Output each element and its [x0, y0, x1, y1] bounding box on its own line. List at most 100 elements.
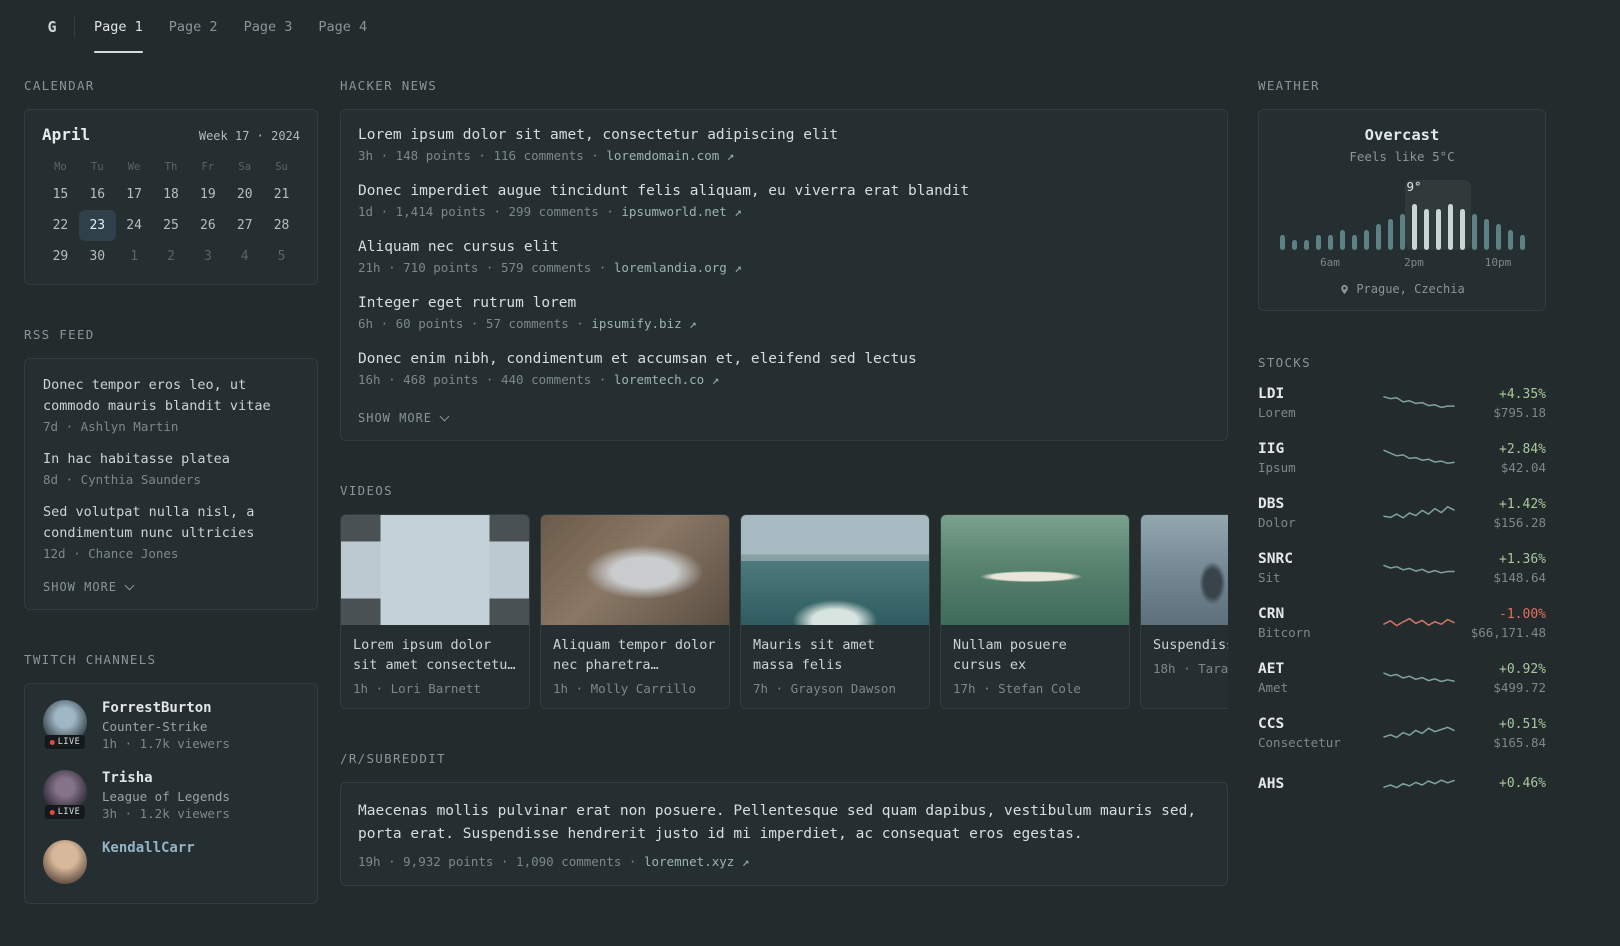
stock-symbol: CRN: [1258, 606, 1285, 622]
twitch-channel-row[interactable]: LIVE ForrestBurton Counter-Strike 1h · 1…: [43, 700, 299, 751]
weather-bar: [1435, 209, 1441, 250]
hn-title-link[interactable]: Donec enim nibh, condimentum et accumsan…: [358, 351, 1210, 367]
hn-domain-text: loremtech.co: [613, 372, 705, 387]
rss-item-link[interactable]: In hac habitasse platea: [43, 449, 299, 470]
location-pin-icon: [1341, 284, 1349, 294]
stock-row[interactable]: CCS Consectetur +0.51% $165.84: [1258, 716, 1546, 750]
video-card[interactable]: Aliquam tempor dolor nec pharetra… 1h · …: [540, 514, 730, 709]
stocks-section-title: STOCKS: [1258, 355, 1311, 370]
calendar-widget: CALENDAR April Week 17 · 2024 Mo Tu We Th Fr…: [24, 78, 318, 285]
video-thumbnail[interactable]: [941, 515, 1129, 625]
external-link-icon: ↗: [689, 316, 697, 331]
rss-item-meta: 12d · Chance Jones: [43, 546, 179, 561]
stock-row[interactable]: DBS Dolor +1.42% $156.28: [1258, 496, 1546, 530]
channel-name-link[interactable]: KendallCarr: [102, 840, 195, 856]
videos-row: Lorem ipsum dolor sit amet consectetu… 1…: [340, 514, 1228, 709]
calendar-weekday: We: [127, 160, 141, 173]
hn-meta: 6h · 60 points · 57 comments · ipsumify.…: [358, 316, 1210, 331]
hn-show-more-button[interactable]: SHOW MORE: [358, 411, 450, 425]
hn-domain-link[interactable]: loremlandia.org ↗: [614, 260, 742, 275]
stock-row[interactable]: LDI Lorem +4.35% $795.18: [1258, 386, 1546, 420]
hn-meta-text: 16h · 468 points · 440 comments ·: [358, 372, 607, 387]
channel-name-link[interactable]: ForrestBurton: [102, 700, 230, 716]
calendar-month: April: [42, 125, 91, 144]
video-meta: 18h · Tara: [1153, 661, 1228, 676]
hn-title-link[interactable]: Lorem ipsum dolor sit amet, consectetur …: [358, 127, 1210, 143]
tab-page-2[interactable]: Page 2: [156, 0, 231, 53]
hn-domain-link[interactable]: ipsumworld.net ↗: [621, 204, 741, 219]
hacker-news-widget: HACKER NEWS Lorem ipsum dolor sit amet, …: [340, 78, 1228, 441]
video-card[interactable]: Nullam posuere cursus ex 17h · Stefan Co…: [940, 514, 1130, 709]
calendar-day: 26: [200, 218, 216, 233]
stock-symbol: AET: [1258, 661, 1285, 677]
hn-meta: 16h · 468 points · 440 comments · loremt…: [358, 372, 1210, 387]
channel-category-link[interactable]: League of Legends: [102, 789, 230, 804]
app-logo[interactable]: G: [30, 0, 74, 53]
rss-item-link[interactable]: Donec tempor eros leo, ut commodo mauris…: [43, 375, 299, 417]
hn-domain-text: loremlandia.org: [613, 260, 727, 275]
hn-domain-link[interactable]: loremdomain.com ↗: [606, 148, 734, 163]
stock-row[interactable]: AET Amet +0.92% $499.72: [1258, 661, 1546, 695]
weather-bar: [1327, 235, 1333, 250]
calendar-day: 15: [52, 187, 69, 202]
rss-item-meta: 8d · Cynthia Saunders: [43, 472, 202, 487]
twitch-channel-row[interactable]: LIVE Trisha League of Legends 3h · 1.2k …: [43, 770, 299, 821]
tab-page-4[interactable]: Page 4: [305, 0, 380, 53]
stock-row[interactable]: AHS +0.46%: [1258, 771, 1546, 799]
tab-page-1[interactable]: Page 1: [81, 0, 156, 53]
calendar-header: April Week 17 · 2024: [42, 125, 300, 144]
subreddit-domain-link[interactable]: loremnet.xyz ↗: [644, 854, 749, 869]
stock-symbol: LDI: [1258, 386, 1285, 402]
chevron-down-icon: [124, 580, 135, 590]
hn-domain-link[interactable]: ipsumify.biz ↗: [591, 316, 696, 331]
left-column: CALENDAR April Week 17 · 2024 Mo Tu We Th Fr…: [24, 78, 318, 946]
weather-location-row: Prague, Czechia: [1276, 282, 1528, 296]
weather-bar: [1519, 235, 1525, 250]
channel-name-link[interactable]: Trisha: [102, 770, 230, 786]
weather-bar: [1411, 204, 1417, 250]
video-thumbnail[interactable]: [341, 515, 529, 625]
weather-bar: [1351, 235, 1357, 250]
calendar-day: 3: [203, 249, 212, 264]
twitch-channel-row[interactable]: KendallCarr: [43, 840, 299, 884]
video-card[interactable]: Suspendisse diam 18h · Tara: [1140, 514, 1228, 709]
rss-show-more-button[interactable]: SHOW MORE: [43, 580, 135, 594]
hn-title-link[interactable]: Integer eget rutrum lorem: [358, 295, 1210, 311]
tab-page-3[interactable]: Page 3: [231, 0, 306, 53]
calendar-section-title: CALENDAR: [24, 78, 95, 93]
video-card[interactable]: Mauris sit amet massa felis 7h · Grayson…: [740, 514, 930, 709]
stock-change: +0.51%: [1499, 716, 1546, 732]
rss-item-meta: 7d · Ashlyn Martin: [43, 419, 179, 434]
stock-row[interactable]: SNRC Sit +1.36% $148.64: [1258, 551, 1546, 585]
twitch-card: LIVE ForrestBurton Counter-Strike 1h · 1…: [24, 683, 318, 904]
video-card[interactable]: Lorem ipsum dolor sit amet consectetu… 1…: [340, 514, 530, 709]
video-thumbnail[interactable]: [541, 515, 729, 625]
video-thumbnail[interactable]: [1141, 515, 1228, 625]
calendar-day-selected: 23: [78, 210, 116, 241]
hn-title-link[interactable]: Donec imperdiet augue tincidunt felis al…: [358, 183, 1210, 199]
avatar: [43, 840, 87, 884]
hn-meta: 21h · 710 points · 579 comments · loreml…: [358, 260, 1210, 275]
stock-info: LDI Lorem: [1258, 386, 1384, 420]
rss-show-more-label: SHOW MORE: [43, 580, 118, 594]
stock-change: -1.00%: [1499, 606, 1546, 622]
hn-item: Donec enim nibh, condimentum et accumsan…: [358, 351, 1210, 387]
hn-item: Aliquam nec cursus elit 21h · 710 points…: [358, 239, 1210, 275]
stock-change: +2.84%: [1499, 441, 1546, 457]
rss-item-link[interactable]: Sed volutpat nulla nisl, a condimentum n…: [43, 502, 299, 544]
video-thumbnail[interactable]: [741, 515, 929, 625]
subreddit-domain-text: loremnet.xyz: [643, 854, 735, 869]
stock-info: AET Amet: [1258, 661, 1384, 695]
subreddit-post-link[interactable]: Maecenas mollis pulvinar erat non posuer…: [358, 800, 1210, 846]
stock-symbol: AHS: [1258, 775, 1285, 792]
calendar-day: 2: [167, 249, 175, 264]
stock-row[interactable]: CRN Bitcorn -1.00% $66,171.48: [1258, 606, 1546, 640]
hn-domain-link[interactable]: loremtech.co ↗: [614, 372, 719, 387]
hn-title-link[interactable]: Aliquam nec cursus elit: [358, 239, 1210, 255]
weather-bar: [1399, 214, 1405, 250]
channel-category-link[interactable]: Counter-Strike: [102, 719, 230, 734]
stock-row[interactable]: IIG Ipsum +2.84% $42.04: [1258, 441, 1546, 475]
live-badge: LIVE: [44, 735, 86, 749]
calendar-day: 30: [89, 249, 106, 264]
stocks-widget: STOCKS LDI Lorem +4.35% $795.18 IIG Ipsu…: [1258, 347, 1546, 799]
